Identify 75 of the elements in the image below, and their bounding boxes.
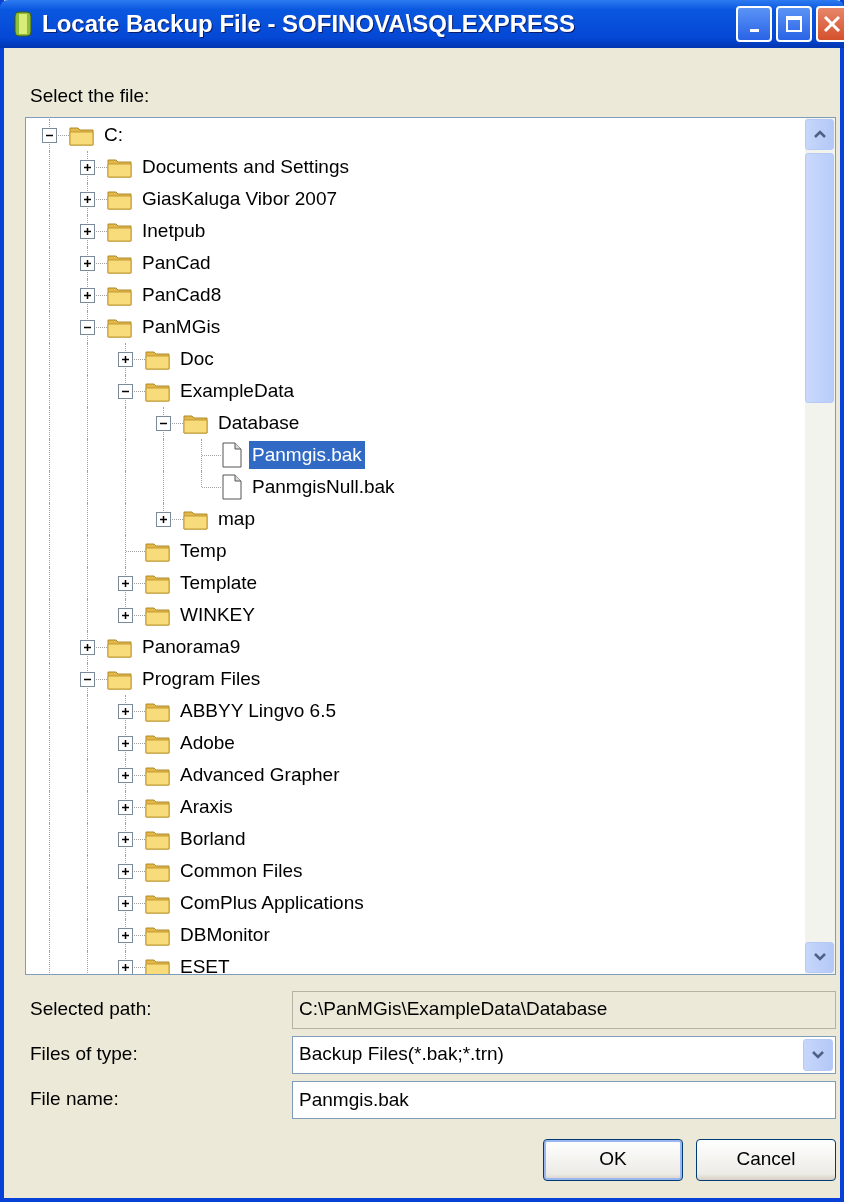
collapse-toggle-icon[interactable] bbox=[80, 319, 95, 335]
tree-item[interactable]: PanCad8 bbox=[139, 280, 225, 309]
expand-toggle-icon[interactable] bbox=[80, 287, 95, 303]
tree-item[interactable]: Borland bbox=[177, 824, 249, 853]
tree-item[interactable]: PanCad bbox=[139, 248, 214, 277]
dropdown-button[interactable] bbox=[803, 1038, 833, 1071]
maximize-button[interactable] bbox=[776, 6, 812, 42]
cancel-button[interactable]: Cancel bbox=[696, 1138, 836, 1181]
tree-label: Select the file: bbox=[29, 84, 151, 108]
tree-item[interactable]: Araxis bbox=[177, 792, 236, 821]
expand-toggle-icon[interactable] bbox=[80, 255, 95, 271]
tree-item[interactable]: Common Files bbox=[177, 856, 306, 885]
tree-item[interactable]: Panorama9 bbox=[139, 632, 244, 661]
tree-item[interactable]: ComPlus Applications bbox=[177, 888, 367, 917]
scroll-up-button[interactable] bbox=[805, 118, 834, 150]
tree-item[interactable]: map bbox=[215, 504, 258, 533]
scrollbar[interactable] bbox=[805, 117, 835, 974]
collapse-toggle-icon[interactable] bbox=[156, 415, 171, 431]
tree-item[interactable]: Inetpub bbox=[139, 216, 209, 245]
expand-toggle-icon[interactable] bbox=[118, 863, 133, 879]
expand-toggle-icon[interactable] bbox=[118, 959, 133, 974]
collapse-toggle-icon[interactable] bbox=[42, 127, 57, 143]
minimize-icon bbox=[749, 28, 759, 32]
tree-item[interactable]: ABBYY Lingvo 6.5 bbox=[177, 696, 339, 725]
expand-toggle-icon[interactable] bbox=[118, 575, 133, 591]
close-button[interactable] bbox=[816, 6, 844, 42]
field-label: Selected path: bbox=[30, 997, 153, 1022]
expand-toggle-icon[interactable] bbox=[80, 191, 95, 207]
expand-toggle-icon[interactable] bbox=[156, 511, 171, 527]
tree-item[interactable]: Template bbox=[177, 568, 261, 597]
file-icon bbox=[221, 441, 243, 468]
expand-toggle-icon[interactable] bbox=[118, 351, 133, 367]
tree-item[interactable]: PanMGis bbox=[139, 312, 224, 341]
minimize-button[interactable] bbox=[736, 6, 772, 42]
tree-item[interactable]: DBMonitor bbox=[177, 920, 273, 949]
tree-item[interactable]: WINKEY bbox=[177, 600, 258, 629]
expand-toggle-icon[interactable] bbox=[118, 799, 133, 815]
field-label: File name: bbox=[30, 1087, 120, 1112]
expand-toggle-icon[interactable] bbox=[118, 767, 133, 783]
expand-toggle-icon[interactable] bbox=[80, 223, 95, 239]
tree-item[interactable]: C: bbox=[101, 120, 126, 149]
expand-toggle-icon[interactable] bbox=[118, 927, 133, 943]
tree-item[interactable]: Advanced Grapher bbox=[177, 760, 343, 789]
tree-item[interactable]: Adobe bbox=[177, 728, 238, 757]
ok-button[interactable]: OK bbox=[543, 1138, 683, 1181]
expand-toggle-icon[interactable] bbox=[118, 895, 133, 911]
expand-toggle-icon[interactable] bbox=[118, 607, 133, 623]
collapse-toggle-icon[interactable] bbox=[118, 383, 133, 399]
file-type-dropdown[interactable]: Backup Files(*.bak;*.trn) bbox=[292, 1035, 836, 1074]
scrollbar-thumb[interactable] bbox=[805, 152, 834, 403]
tree-item[interactable]: Doc bbox=[177, 344, 217, 373]
tree-item[interactable]: Program Files bbox=[139, 664, 264, 693]
tree-item[interactable]: Database bbox=[215, 408, 303, 437]
close-icon bbox=[821, 13, 843, 35]
tree-item[interactable]: Panmgis.bak bbox=[249, 440, 365, 469]
path-field: C:\PanMGis\ExampleData\Database bbox=[292, 990, 836, 1029]
app-icon bbox=[14, 11, 32, 37]
expand-toggle-icon[interactable] bbox=[118, 735, 133, 751]
tree-item[interactable]: GiasKaluga Vibor 2007 bbox=[139, 184, 341, 213]
tree-item[interactable]: Documents and Settings bbox=[139, 152, 352, 181]
tree-item[interactable]: PanmgisNull.bak bbox=[249, 472, 398, 501]
tree-item[interactable]: ESET bbox=[177, 952, 233, 974]
collapse-toggle-icon[interactable] bbox=[80, 671, 95, 687]
expand-toggle-icon[interactable] bbox=[118, 831, 133, 847]
maximize-icon bbox=[785, 15, 803, 33]
tree-item[interactable]: Temp bbox=[177, 536, 230, 565]
scroll-down-button[interactable] bbox=[805, 941, 834, 973]
field-label: Files of type: bbox=[30, 1042, 139, 1067]
window-title: Locate Backup File - SOFINOVA\SQLEXPRESS bbox=[42, 9, 576, 39]
expand-toggle-icon[interactable] bbox=[80, 639, 95, 655]
tree-item[interactable]: ExampleData bbox=[177, 376, 298, 405]
file-name-field[interactable]: Panmgis.bak bbox=[292, 1080, 836, 1119]
file-icon bbox=[221, 473, 243, 500]
expand-toggle-icon[interactable] bbox=[118, 703, 133, 719]
expand-toggle-icon[interactable] bbox=[80, 159, 95, 175]
